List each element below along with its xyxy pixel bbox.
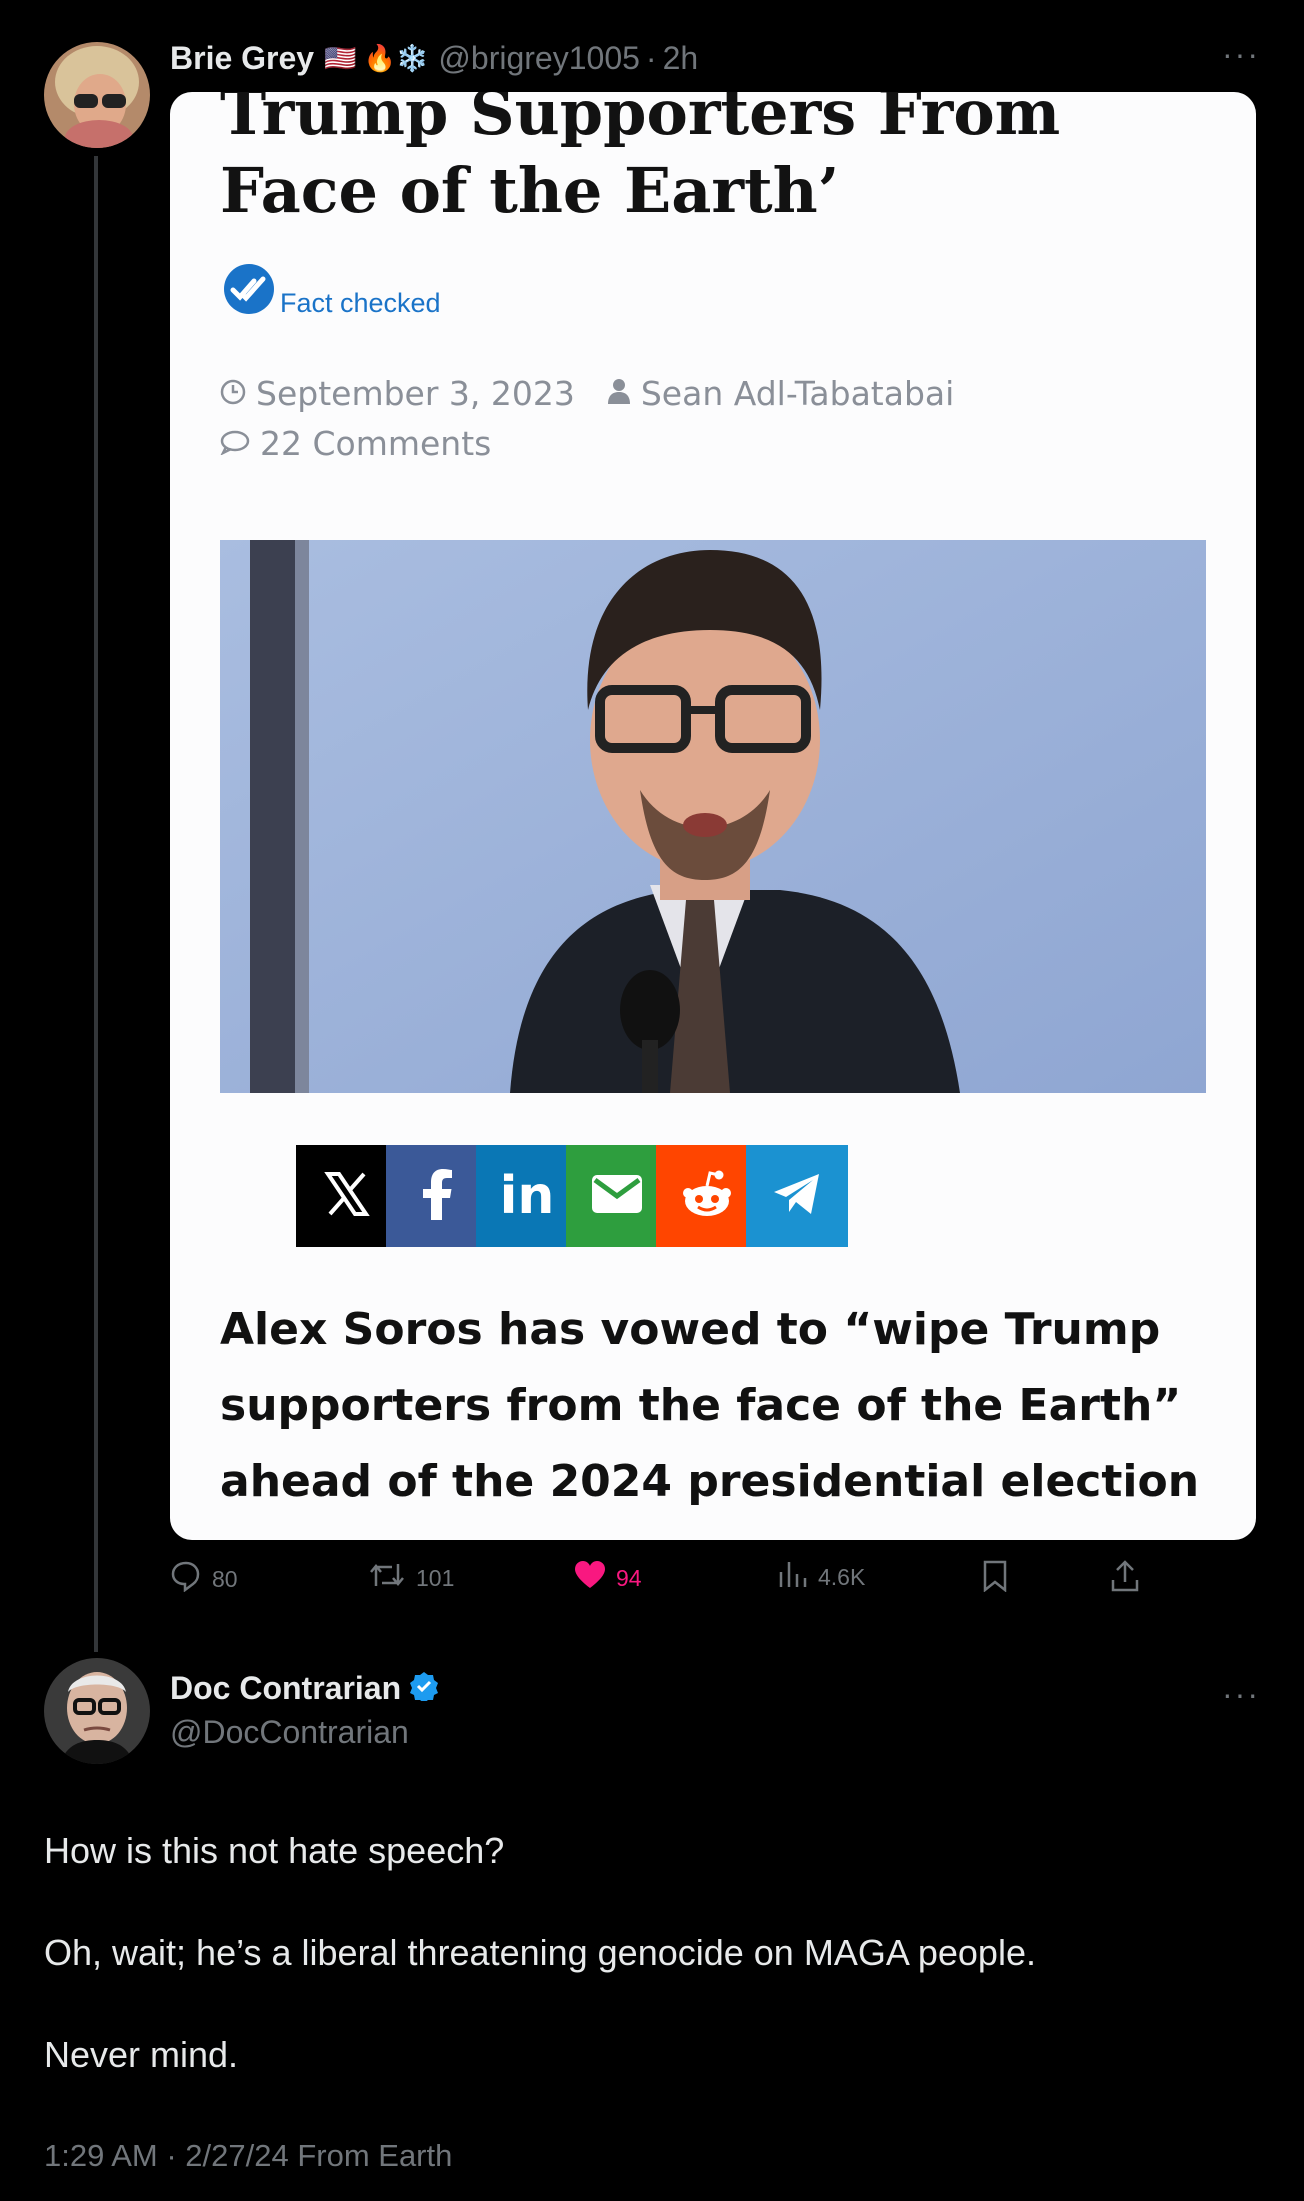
article-comments: 22 Comments <box>220 424 491 463</box>
reply-text-line-2: Oh, wait; he’s a liberal threatening gen… <box>44 1932 1036 1973</box>
tweet-header: Brie Grey 🇺🇸 🔥❄️ @brigrey1005 · 2h <box>170 38 698 78</box>
author-emojis: 🇺🇸 🔥❄️ <box>324 42 429 73</box>
reply-icon <box>170 1560 212 1598</box>
x-logo-icon <box>324 1171 370 1222</box>
comments-count: 22 Comments <box>260 424 492 463</box>
like-action[interactable]: 94 <box>574 1560 642 1596</box>
fact-checked-label: Fact checked <box>280 288 441 318</box>
telegram-icon <box>772 1172 822 1221</box>
avatar-doc-contrarian[interactable] <box>44 1658 150 1764</box>
avatar-image <box>44 42 150 148</box>
article-headline: Trump Supporters From Face of the Earth’ <box>220 92 1061 227</box>
reddit-icon <box>679 1169 735 1224</box>
share-reddit-button[interactable] <box>656 1145 758 1247</box>
reply-timestamp[interactable]: 1:29 AM · 2/27/24 From Earth <box>44 2138 452 2174</box>
share-email-button[interactable] <box>566 1145 668 1247</box>
verified-badge-icon <box>409 1671 439 1706</box>
reply-text-line-3: Never mind. <box>44 2034 239 2075</box>
repost-action[interactable]: 101 <box>368 1560 454 1596</box>
reply-text-line-1: How is this not hate speech? <box>44 1830 505 1871</box>
more-options-icon[interactable]: ··· <box>1222 36 1260 73</box>
avatar-brie-grey[interactable] <box>44 42 150 148</box>
article-photo <box>220 540 1206 1093</box>
share-action[interactable] <box>1110 1560 1150 1598</box>
like-count: 94 <box>616 1564 642 1591</box>
share-telegram-button[interactable] <box>746 1145 848 1247</box>
share-x-button[interactable] <box>296 1145 398 1247</box>
views-chart-icon <box>778 1560 818 1594</box>
article-author: Sean Adl-Tabatabai <box>640 374 955 413</box>
double-check-icon <box>222 262 276 321</box>
thread-connector <box>94 156 98 1652</box>
avatar-image <box>44 1658 150 1764</box>
separator: · <box>645 39 657 76</box>
reply-action[interactable]: 80 <box>170 1560 238 1598</box>
repost-count: 101 <box>416 1564 455 1591</box>
views-action[interactable]: 4.6K <box>778 1560 865 1594</box>
reply-author-handle[interactable]: @DocContrarian <box>170 1714 409 1751</box>
reply-count: 80 <box>212 1565 238 1592</box>
reply-header: Doc Contrarian <box>170 1670 439 1707</box>
email-icon <box>591 1174 643 1219</box>
author-handle[interactable]: @brigrey1005 <box>438 40 639 77</box>
facebook-icon <box>422 1168 452 1225</box>
clock-icon <box>220 374 246 413</box>
share-linkedin-button[interactable]: in <box>476 1145 578 1247</box>
comment-bubble-icon <box>220 424 250 463</box>
repost-icon <box>368 1560 416 1596</box>
bookmark-icon <box>982 1560 1018 1598</box>
linkedin-icon: in <box>499 1166 555 1226</box>
fact-checked-badge: Fact checked <box>222 262 441 321</box>
reply-author-name[interactable]: Doc Contrarian <box>170 1670 401 1707</box>
article-image-card[interactable]: Trump Supporters From Face of the Earth’… <box>170 92 1256 1540</box>
bookmark-action[interactable] <box>982 1560 1018 1598</box>
tweet-time[interactable]: 2h <box>663 40 699 77</box>
heart-icon <box>574 1560 616 1596</box>
article-date: September 3, 2023 <box>256 374 575 413</box>
article-subheadline: Alex Soros has vowed to “wipe Trump supp… <box>220 1304 1200 1507</box>
share-facebook-button[interactable] <box>386 1145 488 1247</box>
share-upload-icon <box>1110 1560 1150 1598</box>
author-name[interactable]: Brie Grey <box>170 40 314 77</box>
user-icon <box>607 374 631 413</box>
views-count: 4.6K <box>818 1563 866 1590</box>
reply-more-options-icon[interactable]: ··· <box>1222 1676 1260 1713</box>
article-meta: September 3, 2023 Sean Adl-Tabatabai <box>220 374 954 413</box>
